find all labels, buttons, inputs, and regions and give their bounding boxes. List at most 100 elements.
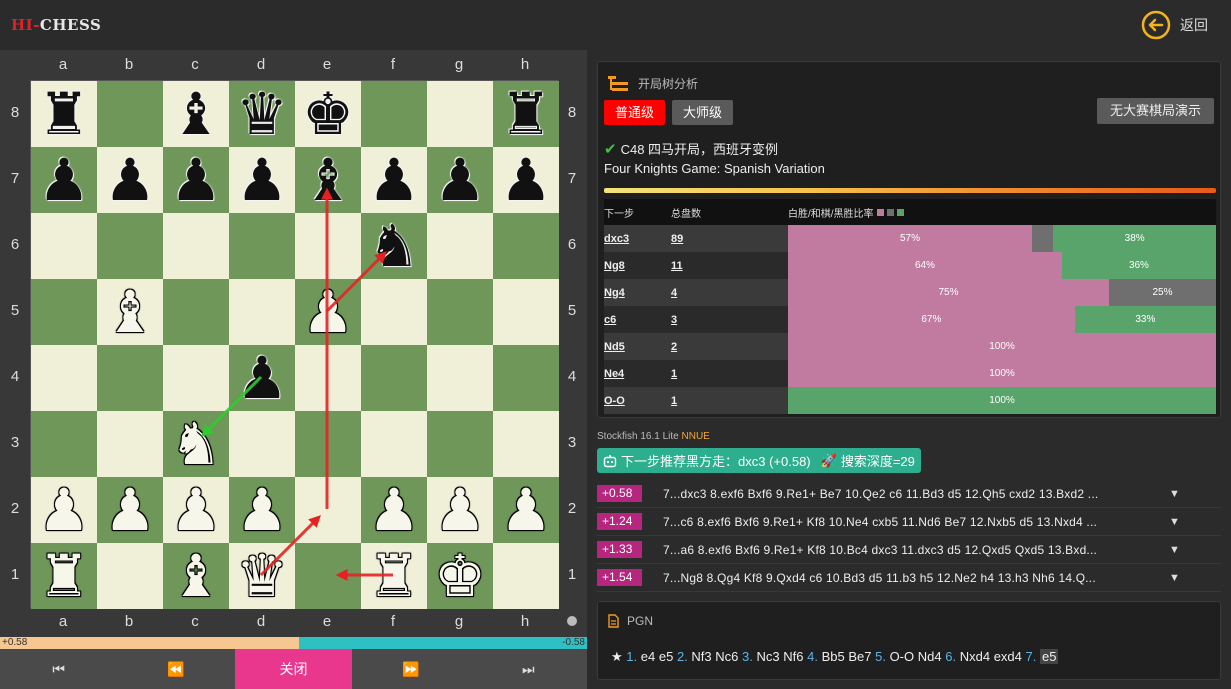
square-a6[interactable]: [31, 213, 97, 279]
pgn-move[interactable]: Nc3: [756, 649, 779, 664]
black-pawn-icon[interactable]: ♟: [104, 151, 156, 209]
white-knight-icon[interactable]: ♞: [170, 415, 222, 473]
square-c2[interactable]: ♟: [163, 477, 229, 543]
square-d7[interactable]: ♟: [229, 147, 295, 213]
square-a4[interactable]: [31, 345, 97, 411]
stats-move-link[interactable]: Ng8: [604, 260, 671, 272]
pgn-move[interactable]: Be7: [848, 649, 871, 664]
white-rook-icon[interactable]: ♜: [368, 547, 420, 605]
square-c6[interactable]: [163, 213, 229, 279]
black-pawn-icon[interactable]: ♟: [170, 151, 222, 209]
square-b1[interactable]: [97, 543, 163, 609]
pgn-move[interactable]: Nd4: [918, 649, 942, 664]
pgn-move[interactable]: Nf6: [783, 649, 803, 664]
square-b3[interactable]: [97, 411, 163, 477]
black-pawn-icon[interactable]: ♟: [368, 151, 420, 209]
stats-total-link[interactable]: 1: [671, 395, 788, 407]
square-f5[interactable]: [361, 279, 427, 345]
square-b6[interactable]: [97, 213, 163, 279]
stats-total-link[interactable]: 2: [671, 341, 788, 353]
square-h8[interactable]: ♜: [493, 81, 559, 147]
expand-down-icon[interactable]: ▼: [1169, 516, 1180, 528]
square-h3[interactable]: [493, 411, 559, 477]
logo[interactable]: HI-CHESS: [11, 16, 101, 34]
square-c8[interactable]: ♝: [163, 81, 229, 147]
square-e7[interactable]: ♝: [295, 147, 361, 213]
black-pawn-icon[interactable]: ♟: [38, 151, 90, 209]
square-b7[interactable]: ♟: [97, 147, 163, 213]
black-king-icon[interactable]: ♚: [302, 85, 354, 143]
stats-row[interactable]: O-O 1 100%: [604, 387, 1216, 414]
square-g6[interactable]: [427, 213, 493, 279]
square-h6[interactable]: [493, 213, 559, 279]
square-g2[interactable]: ♟: [427, 477, 493, 543]
square-b2[interactable]: ♟: [97, 477, 163, 543]
engine-pv-moves[interactable]: 7...dxc3 8.exf6 Bxf6 9.Re1+ Be7 10.Qe2 c…: [663, 487, 1163, 501]
square-c4[interactable]: [163, 345, 229, 411]
square-b4[interactable]: [97, 345, 163, 411]
square-c5[interactable]: [163, 279, 229, 345]
pgn-move[interactable]: Nf3: [691, 649, 711, 664]
pgn-move[interactable]: Nxd4: [960, 649, 990, 664]
back-button[interactable]: 返回: [1141, 10, 1208, 40]
stats-total-link[interactable]: 11: [671, 260, 788, 272]
square-h5[interactable]: [493, 279, 559, 345]
square-g4[interactable]: [427, 345, 493, 411]
white-king-icon[interactable]: ♚: [434, 547, 486, 605]
engine-pv-moves[interactable]: 7...a6 8.exf6 Bxf6 9.Re1+ Kf8 10.Bc4 dxc…: [663, 543, 1163, 557]
square-a2[interactable]: ♟: [31, 477, 97, 543]
white-pawn-icon[interactable]: ♟: [38, 481, 90, 539]
white-queen-icon[interactable]: ♛: [236, 547, 288, 605]
engine-pv-moves[interactable]: 7...Ng8 8.Qg4 Kf8 9.Qxd4 c6 10.Bd3 d5 11…: [663, 571, 1163, 585]
square-f7[interactable]: ♟: [361, 147, 427, 213]
engine-line[interactable]: +1.33 7...a6 8.exf6 Bxf6 9.Re1+ Kf8 10.Bc…: [597, 536, 1221, 564]
pgn-move[interactable]: e5: [1039, 649, 1059, 664]
close-button[interactable]: 关闭: [234, 649, 353, 689]
black-pawn-icon[interactable]: ♟: [500, 151, 552, 209]
square-g8[interactable]: [427, 81, 493, 147]
stats-row[interactable]: Ng8 11 64% 36%: [604, 252, 1216, 279]
white-bishop-icon[interactable]: ♝: [170, 547, 222, 605]
pgn-move[interactable]: Nc6: [715, 649, 738, 664]
square-a8[interactable]: ♜: [31, 81, 97, 147]
level-master-button[interactable]: 大师级: [672, 100, 734, 125]
square-d4[interactable]: ♟: [229, 345, 295, 411]
black-rook-icon[interactable]: ♜: [500, 85, 552, 143]
square-d8[interactable]: ♛: [229, 81, 295, 147]
first-move-button[interactable]: ⏮: [0, 649, 117, 689]
next-move-button[interactable]: ⏩: [352, 649, 469, 689]
pgn-move[interactable]: e4: [641, 649, 655, 664]
square-d1[interactable]: ♛: [229, 543, 295, 609]
engine-line[interactable]: +1.24 7...c6 8.exf6 Bxf6 9.Re1+ Kf8 10.Ne…: [597, 508, 1221, 536]
white-bishop-icon[interactable]: ♝: [104, 283, 156, 341]
stats-total-link[interactable]: 4: [671, 287, 788, 299]
square-c1[interactable]: ♝: [163, 543, 229, 609]
square-c3[interactable]: ♞: [163, 411, 229, 477]
pgn-move[interactable]: exd4: [994, 649, 1022, 664]
black-rook-icon[interactable]: ♜: [38, 85, 90, 143]
prev-move-button[interactable]: ⏪: [117, 649, 234, 689]
no-game-demo-button[interactable]: 无大赛棋局演示: [1096, 98, 1214, 124]
stats-total-link[interactable]: 89: [671, 233, 788, 245]
square-a1[interactable]: ♜: [31, 543, 97, 609]
square-h2[interactable]: ♟: [493, 477, 559, 543]
white-pawn-icon[interactable]: ♟: [434, 481, 486, 539]
square-a3[interactable]: [31, 411, 97, 477]
black-bishop-icon[interactable]: ♝: [302, 151, 354, 209]
square-e6[interactable]: [295, 213, 361, 279]
square-h7[interactable]: ♟: [493, 147, 559, 213]
stats-move-link[interactable]: c6: [604, 314, 671, 326]
square-e8[interactable]: ♚: [295, 81, 361, 147]
chess-board[interactable]: ♜ ♝ ♛ ♚ ♜ ♟ ♟ ♟ ♟ ♝ ♟ ♟ ♟ ♞ ♝ ♟ ♟ ♞ ♟ ♟ ♟ ♟ ♟ ♟ ♟ ♜ ♝ ♛ ♜ ♚: [30, 80, 559, 609]
white-rook-icon[interactable]: ♜: [38, 547, 90, 605]
square-g3[interactable]: [427, 411, 493, 477]
stats-move-link[interactable]: Ng4: [604, 287, 671, 299]
pgn-move[interactable]: Bb5: [822, 649, 845, 664]
stats-row[interactable]: Ne4 1 100%: [604, 360, 1216, 387]
white-pawn-icon[interactable]: ♟: [368, 481, 420, 539]
square-d3[interactable]: [229, 411, 295, 477]
square-h4[interactable]: [493, 345, 559, 411]
square-d5[interactable]: [229, 279, 295, 345]
square-a7[interactable]: ♟: [31, 147, 97, 213]
square-b5[interactable]: ♝: [97, 279, 163, 345]
